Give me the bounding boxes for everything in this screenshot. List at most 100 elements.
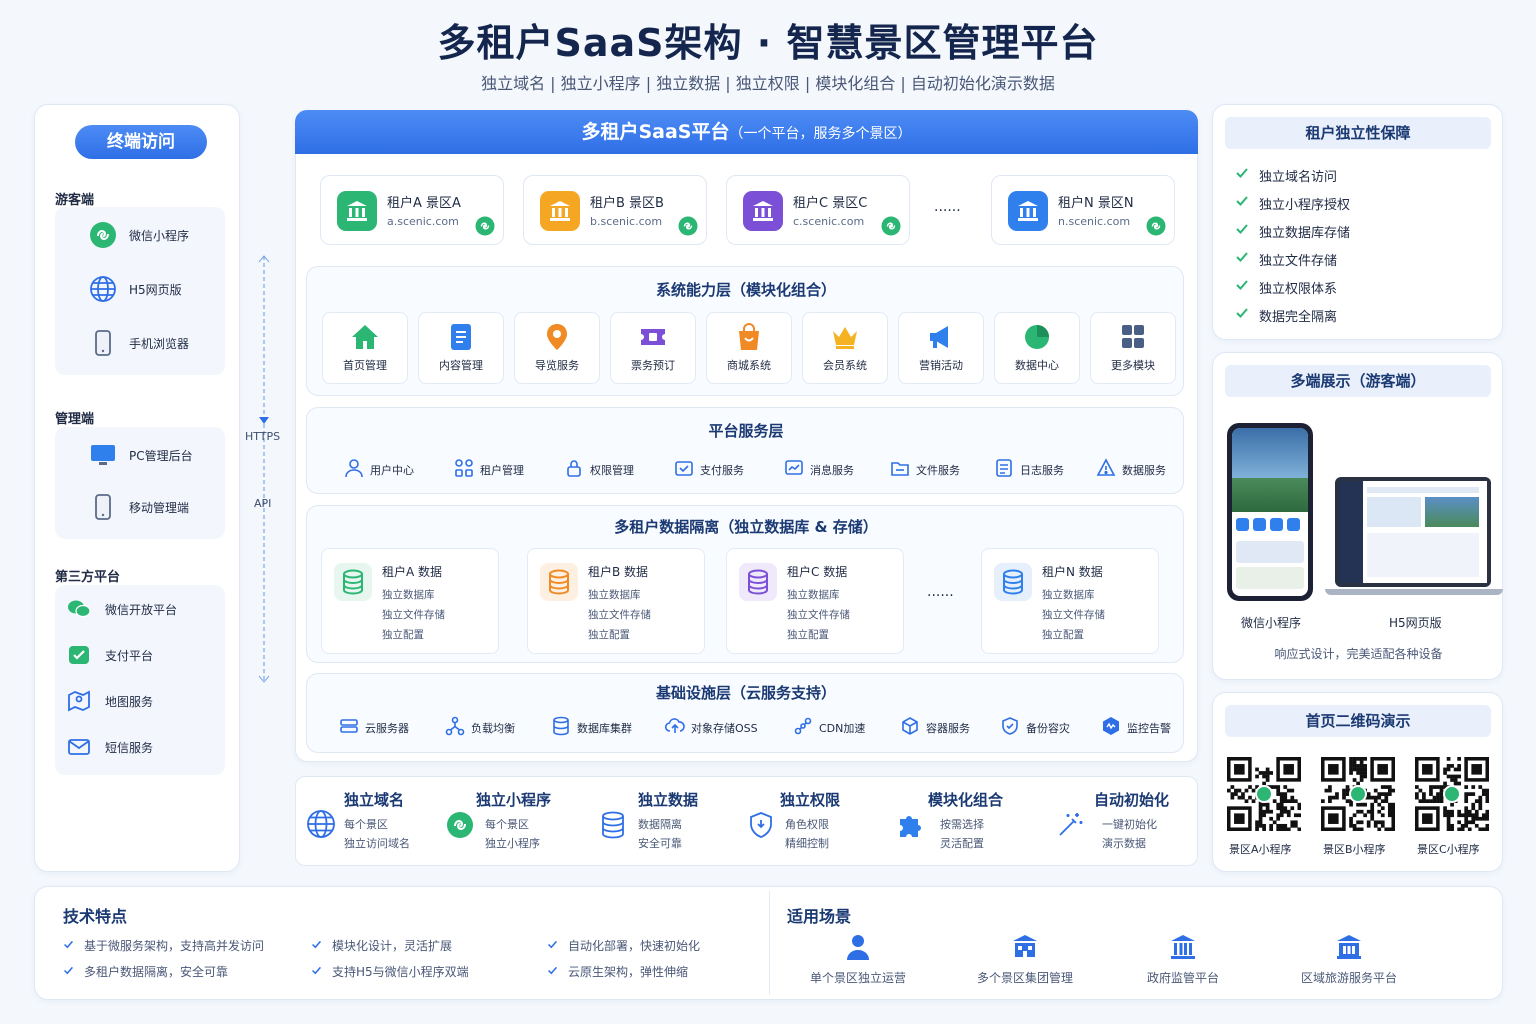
feature-lines: 角色权限 精细控制 [785,815,829,853]
data-line: 独立数据库 [382,589,435,601]
check-icon [1235,250,1249,268]
person-icon [795,933,921,963]
scene-group[interactable]: 多个景区集团管理 [955,933,1095,986]
module-ticket[interactable]: 票务预订 [610,312,696,384]
module-mall[interactable]: 商城系统 [706,312,792,384]
feature-miniprogram[interactable]: 独立小程序 每个景区 独立小程序 [444,789,584,855]
service-file[interactable]: 文件服务 [890,458,960,481]
folder-icon [890,458,910,481]
ticket-icon [638,323,668,351]
building-group-icon [955,933,1095,963]
feature-data[interactable]: 独立数据 数据隔离 安全可靠 [596,789,726,855]
bottom-panel: 技术特点 基于微服务架构，支持高并发访问 模块化设计，灵活扩展 自动化部署，快速… [34,886,1503,1000]
infra-label: 监控告警 [1127,721,1171,735]
feature-domain[interactable]: 独立域名 每个景区 独立访问域名 [306,789,434,855]
feature-auto-init[interactable]: 自动初始化 一键初始化 演示数据 [1052,789,1192,855]
qr-code-icon [1321,757,1396,832]
infra-load-balancer[interactable]: 负载均衡 [445,716,515,739]
service-label: 用户中心 [370,463,414,477]
service-data[interactable]: 数据服务 [1096,458,1166,481]
data-line: 独立配置 [787,629,829,641]
qr-label: 景区A小程序 [1229,843,1292,856]
third-item-wechat-open[interactable]: 微信开放平台 [65,595,177,623]
admin-item-mobile[interactable]: 移动管理端 [89,493,189,521]
scene-government[interactable]: 政府监管平台 [1127,933,1239,986]
infra-backup[interactable]: 备份容灾 [1000,716,1070,739]
service-message[interactable]: 消息服务 [784,458,854,481]
data-line: 独立配置 [588,629,630,641]
check-icon [1235,222,1249,240]
tenant-card-n[interactable]: 租户N 景区N n.scenic.com [991,175,1175,245]
platform-title-note: （一个平台，服务多个景区） [729,126,912,142]
visitor-item-miniprogram[interactable]: 微信小程序 [89,221,189,249]
tenant-card-a[interactable]: 租户A 景区A a.scenic.com [320,175,504,245]
module-content[interactable]: 内容管理 [418,312,504,384]
guarantee-item: 独立文件存储 [1235,245,1350,273]
feature-modular[interactable]: 模块化组合 按需选择 灵活配置 [894,789,1042,855]
service-permission[interactable]: 权限管理 [564,458,634,481]
module-guide[interactable]: 导览服务 [514,312,600,384]
infra-db-cluster[interactable]: 数据库集群 [551,716,632,739]
tech-label: 支持H5与微信小程序双端 [332,965,469,979]
data-card-c[interactable]: 租户C 数据 独立数据库 独立文件存储 独立配置 [726,548,904,654]
qr-code-a[interactable] [1227,757,1302,832]
scenic-building-icon [1008,191,1048,231]
data-card-b[interactable]: 租户B 数据 独立数据库 独立文件存储 独立配置 [527,548,705,654]
infra-monitor[interactable]: 监控告警 [1101,716,1171,739]
pie-chart-icon [1022,323,1052,351]
qr-code-b[interactable] [1321,757,1396,832]
mobile-phone-icon [89,329,117,357]
infra-label: 备份容灾 [1026,721,1070,735]
service-tenant-mgmt[interactable]: 租户管理 [454,458,524,481]
module-member[interactable]: 会员系统 [802,312,888,384]
tech-label: 多租户数据隔离，安全可靠 [84,965,229,979]
infra-cdn[interactable]: CDN加速 [793,716,865,739]
module-data[interactable]: 数据中心 [994,312,1080,384]
third-item-payment[interactable]: 支付平台 [65,641,153,669]
feature-line: 独立访问域名 [344,837,410,850]
database-icon [739,563,777,601]
data-card-n[interactable]: 租户N 数据 独立数据库 独立文件存储 独立配置 [981,548,1159,654]
lock-icon [564,458,584,481]
infra-oss[interactable]: 对象存储OSS [664,716,758,739]
visitor-item-browser[interactable]: 手机浏览器 [89,329,189,357]
scene-label: 政府监管平台 [1146,971,1219,985]
qr-title: 首页二维码演示 [1225,705,1491,737]
feature-title: 独立权限 [780,791,841,809]
module-home[interactable]: 首页管理 [322,312,408,384]
data-card-title: 租户C 数据 [787,565,848,579]
scene-single[interactable]: 单个景区独立运营 [795,933,921,986]
visitor-item-h5[interactable]: H5网页版 [89,275,182,303]
data-line: 独立配置 [382,629,424,641]
tenant-name: 租户B 景区B [590,196,664,211]
data-card-a[interactable]: 租户A 数据 独立数据库 独立文件存储 独立配置 [321,548,499,654]
infra-cloud-server[interactable]: 云服务器 [339,716,409,739]
service-user-center[interactable]: 用户中心 [344,458,414,481]
cloud-upload-icon [664,716,685,739]
shopping-bag-icon [734,323,764,351]
guarantee-list: 独立域名访问 独立小程序授权 独立数据库存储 独立文件存储 独立权限体系 数据完… [1235,161,1350,329]
infra-container[interactable]: 容器服务 [900,716,970,739]
third-item-label: 地图服务 [105,694,154,709]
third-item-sms[interactable]: 短信服务 [65,733,153,761]
service-payment[interactable]: 支付服务 [674,458,744,481]
location-pin-icon [542,323,572,351]
cdn-link-icon [793,716,813,739]
tech-title: 技术特点 [63,907,128,926]
third-item-map[interactable]: 地图服务 [65,687,153,715]
guarantee-label: 独立文件存储 [1259,253,1338,269]
tenant-card-b[interactable]: 租户B 景区B b.scenic.com [523,175,707,245]
check-icon [63,939,74,953]
qr-code-c[interactable] [1415,757,1490,832]
module-marketing[interactable]: 营销活动 [898,312,984,384]
service-label: 消息服务 [810,463,854,477]
tenant-card-c[interactable]: 租户C 景区C c.scenic.com [726,175,910,245]
qr-code-icon [1227,757,1302,832]
guarantee-panel: 租户独立性保障 独立域名访问 独立小程序授权 独立数据库存储 独立文件存储 独立… [1212,104,1503,340]
data-line: 独立数据库 [1042,589,1095,601]
module-more[interactable]: 更多模块 [1090,312,1176,384]
admin-item-pc[interactable]: PC管理后台 [89,441,193,469]
service-log[interactable]: 日志服务 [994,458,1064,481]
scene-regional[interactable]: 区域旅游服务平台 [1279,933,1419,986]
feature-permission[interactable]: 独立权限 角色权限 精细控制 [744,789,874,855]
